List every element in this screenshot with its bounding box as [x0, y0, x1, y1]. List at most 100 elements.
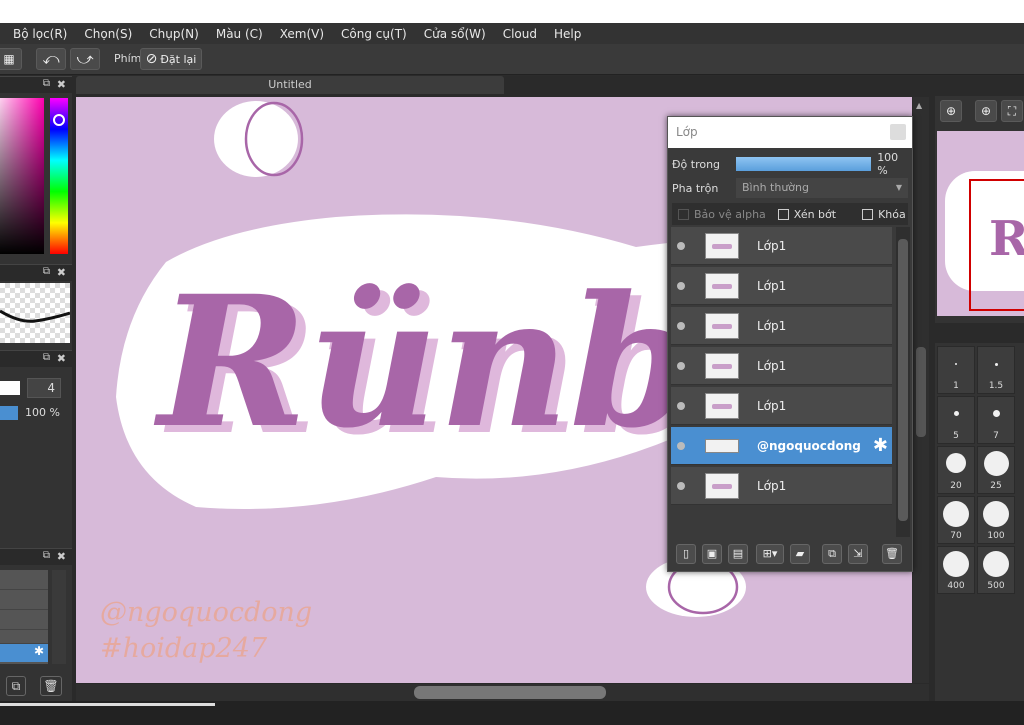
folder-icon[interactable]: ▰ — [790, 544, 810, 564]
eye-icon[interactable] — [677, 481, 685, 490]
brush-preview-header: ⧉ ✖ — [0, 264, 72, 281]
eye-icon[interactable] — [677, 241, 685, 250]
layer-row-selected[interactable]: @ngoquocdong ✱ — [671, 427, 892, 465]
trash-icon[interactable]: 🗑 — [40, 676, 62, 696]
brush-color-swatch[interactable] — [0, 381, 20, 395]
clipping-checkbox[interactable] — [777, 208, 789, 220]
redo-button[interactable]: ⤻ — [70, 48, 100, 70]
zoom-icon[interactable]: ⊕ — [940, 100, 962, 122]
vertical-scrollbar[interactable]: ▲ — [913, 97, 929, 683]
new-1bit-layer-icon[interactable]: ▤ — [728, 544, 748, 564]
popout-icon[interactable]: ⧉ — [43, 78, 50, 89]
close-icon[interactable] — [890, 124, 906, 140]
brush-size-70[interactable]: 70 — [937, 496, 975, 544]
add-layer-menu-icon[interactable]: ⊞▾ — [756, 544, 784, 564]
vertical-scroll-thumb[interactable] — [916, 347, 926, 437]
brush-opacity-value: 100 % — [25, 406, 60, 419]
eye-icon[interactable] — [677, 281, 685, 290]
fit-icon[interactable]: ⛶ — [1001, 100, 1023, 122]
layer-list-scrollbar[interactable] — [896, 227, 910, 537]
eye-icon[interactable] — [677, 321, 685, 330]
popout-icon[interactable]: ⧉ — [43, 550, 50, 561]
brush-size-25[interactable]: 25 — [977, 446, 1015, 494]
close-icon[interactable]: ✖ — [57, 266, 66, 279]
layer-name: Lớp1 — [757, 318, 787, 333]
blend-mode-select[interactable]: Bình thường ▼ — [736, 178, 908, 198]
layer-row[interactable]: Lớp1 — [671, 307, 892, 345]
status-bar — [0, 701, 1024, 725]
menu-view[interactable]: Xem(V) — [280, 27, 324, 41]
scroll-up-icon[interactable]: ▲ — [916, 101, 922, 110]
left-panel: ⧉ ✖ ⧉ ✖ ⧉ ✖ 4 100 % ⧉ ✖ ✱ ⧉ 🗑 — [0, 76, 72, 701]
close-icon[interactable]: ✖ — [57, 78, 66, 91]
brush-size-field[interactable]: 4 — [27, 378, 61, 398]
brush-size-500[interactable]: 500 — [977, 546, 1015, 594]
navigator-preview[interactable]: R — [937, 131, 1024, 316]
protect-alpha-checkbox[interactable] — [678, 208, 689, 220]
zoom-in-icon[interactable]: ⊕ — [975, 100, 997, 122]
popout-icon[interactable]: ⧉ — [43, 266, 50, 277]
layer-thumbnail — [705, 272, 739, 299]
horizontal-scrollbar[interactable] — [76, 684, 929, 701]
mini-layer-list[interactable]: ✱ — [0, 570, 48, 664]
opacity-bar[interactable] — [0, 406, 18, 420]
eye-icon[interactable] — [677, 361, 685, 370]
menu-capture[interactable]: Chụp(N) — [149, 27, 199, 41]
close-icon[interactable]: ✖ — [57, 352, 66, 365]
new-halftone-layer-icon[interactable]: ▣ — [702, 544, 722, 564]
menu-select[interactable]: Chọn(S) — [84, 27, 132, 41]
layer-thumbnail — [705, 438, 739, 453]
brush-size-20[interactable]: 20 — [937, 446, 975, 494]
reset-button[interactable]: ⊘ Đặt lại — [140, 48, 202, 70]
menu-filter[interactable]: Bộ lọc(R) — [13, 27, 67, 41]
brush-size-7[interactable]: 7 — [977, 396, 1015, 444]
popout-icon[interactable]: ⧉ — [43, 352, 50, 363]
mini-scrollbar[interactable] — [52, 570, 66, 664]
eye-icon[interactable] — [677, 441, 685, 450]
close-icon[interactable]: ✖ — [57, 550, 66, 563]
brush-size-400[interactable]: 400 — [937, 546, 975, 594]
layer-thumbnail — [705, 472, 739, 499]
undo-button[interactable]: ⤺ — [36, 48, 66, 70]
grid-icon[interactable]: ▦ — [0, 48, 22, 70]
layer-name: Lớp1 — [757, 278, 787, 293]
menu-tools[interactable]: Công cụ(T) — [341, 27, 407, 41]
duplicate-icon[interactable]: ⧉ — [822, 544, 842, 564]
layer-scroll-thumb[interactable] — [898, 239, 908, 521]
layer-row[interactable]: Lớp1 — [671, 347, 892, 385]
brush-size-1[interactable]: 1 — [937, 346, 975, 394]
stroke-preview — [0, 283, 71, 343]
color-square[interactable] — [0, 98, 44, 254]
menu-window[interactable]: Cửa sổ(W) — [424, 27, 486, 41]
layer-panel-titlebar[interactable]: Lớp — [668, 117, 912, 148]
document-tab[interactable]: Untitled — [76, 76, 504, 94]
trash-icon[interactable]: 🗑 — [882, 544, 902, 564]
merge-down-icon[interactable]: ⇲ — [848, 544, 868, 564]
layer-panel: Lớp Độ trong 100 % Pha trộn Bình thường … — [667, 116, 913, 572]
layer-list: Lớp1 Lớp1 Lớp1 Lớp1 Lớp1 @ngoquocdong ✱ L… — [668, 227, 894, 527]
layer-panel-title: Lớp — [676, 125, 698, 139]
layer-row[interactable]: Lớp1 — [671, 387, 892, 425]
menu-help[interactable]: Help — [554, 27, 581, 41]
reset-label: Đặt lại — [160, 52, 197, 66]
layer-opacity-slider[interactable] — [735, 157, 872, 171]
horizontal-scroll-thumb[interactable] — [414, 686, 606, 699]
lock-checkbox[interactable] — [862, 208, 874, 220]
layer-name: @ngoquocdong — [757, 438, 861, 453]
brush-size-100[interactable]: 100 — [977, 496, 1015, 544]
layer-row[interactable]: Lớp1 — [671, 267, 892, 305]
duplicate-icon[interactable]: ⧉ — [6, 676, 26, 696]
eye-icon[interactable] — [677, 401, 685, 410]
menu-cloud[interactable]: Cloud — [503, 27, 537, 41]
menu-color[interactable]: Màu (C) — [216, 27, 263, 41]
layer-name: Lớp1 — [757, 398, 787, 413]
gear-icon[interactable]: ✱ — [0, 644, 48, 662]
brush-size-1-5[interactable]: 1.5 — [977, 346, 1015, 394]
layer-row[interactable]: Lớp1 — [671, 227, 892, 265]
hue-slider[interactable] — [50, 98, 68, 254]
gear-icon[interactable]: ✱ — [873, 435, 888, 456]
layer-row[interactable]: Lớp1 — [671, 467, 892, 505]
brush-size-5[interactable]: 5 — [937, 396, 975, 444]
layer-thumbnail — [705, 312, 739, 339]
new-layer-icon[interactable]: ▯ — [676, 544, 696, 564]
